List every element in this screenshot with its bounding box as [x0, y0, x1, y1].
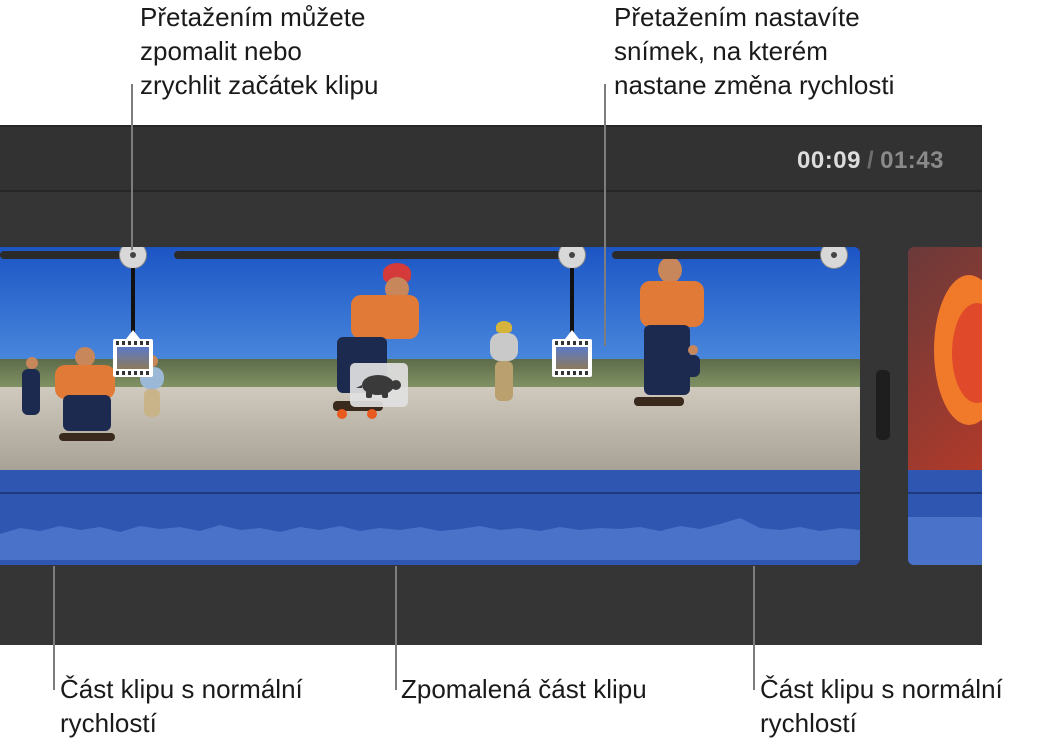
callout-normal-speed-left: Část klipu s normální rychlostí [60, 674, 303, 738]
leader-bottom-left [53, 566, 55, 690]
leader-change-frame [604, 84, 606, 346]
timeline-window: 00:09/01:43 [0, 125, 982, 645]
change-frame-marker-icon[interactable] [552, 330, 592, 377]
speed-range-bar-right[interactable] [612, 251, 834, 259]
audio-waveform [0, 518, 860, 560]
end-handle-stem [570, 268, 574, 338]
callout-slow-motion-part: Zpomalená část klipu [401, 674, 647, 704]
start-handle-stem [131, 268, 135, 338]
leader-bottom-right [753, 566, 755, 690]
leader-drag-start [131, 84, 133, 250]
callout-normal-speed-right: Část klipu s normální rychlostí [760, 674, 1003, 738]
timeline-header: 00:09/01:43 [0, 127, 982, 192]
turtle-icon[interactable] [350, 363, 408, 407]
next-video-clip[interactable] [908, 247, 982, 565]
clip-gap-handle[interactable] [876, 370, 890, 440]
current-time: 00:09 [797, 147, 861, 174]
video-clip[interactable] [0, 247, 860, 565]
callout-drag-change-frame: Přetažením nastavíte snímek, na kterém n… [614, 2, 895, 100]
speed-range-bar-left[interactable] [0, 251, 132, 259]
audio-level-line [0, 492, 860, 494]
timecode-separator: / [866, 147, 875, 174]
leader-bottom-middle [395, 566, 397, 690]
callout-drag-start: Přetažením můžete zpomalit nebo zrychlit… [140, 2, 379, 100]
speed-range-bar-slow[interactable] [174, 251, 572, 259]
audio-waveform-track [0, 470, 860, 565]
timecode-display: 00:09/01:43 [797, 147, 944, 175]
total-time: 01:43 [880, 147, 944, 174]
thumbnail-normal-speed-2 [624, 247, 860, 470]
start-frame-marker-icon[interactable] [113, 330, 153, 377]
